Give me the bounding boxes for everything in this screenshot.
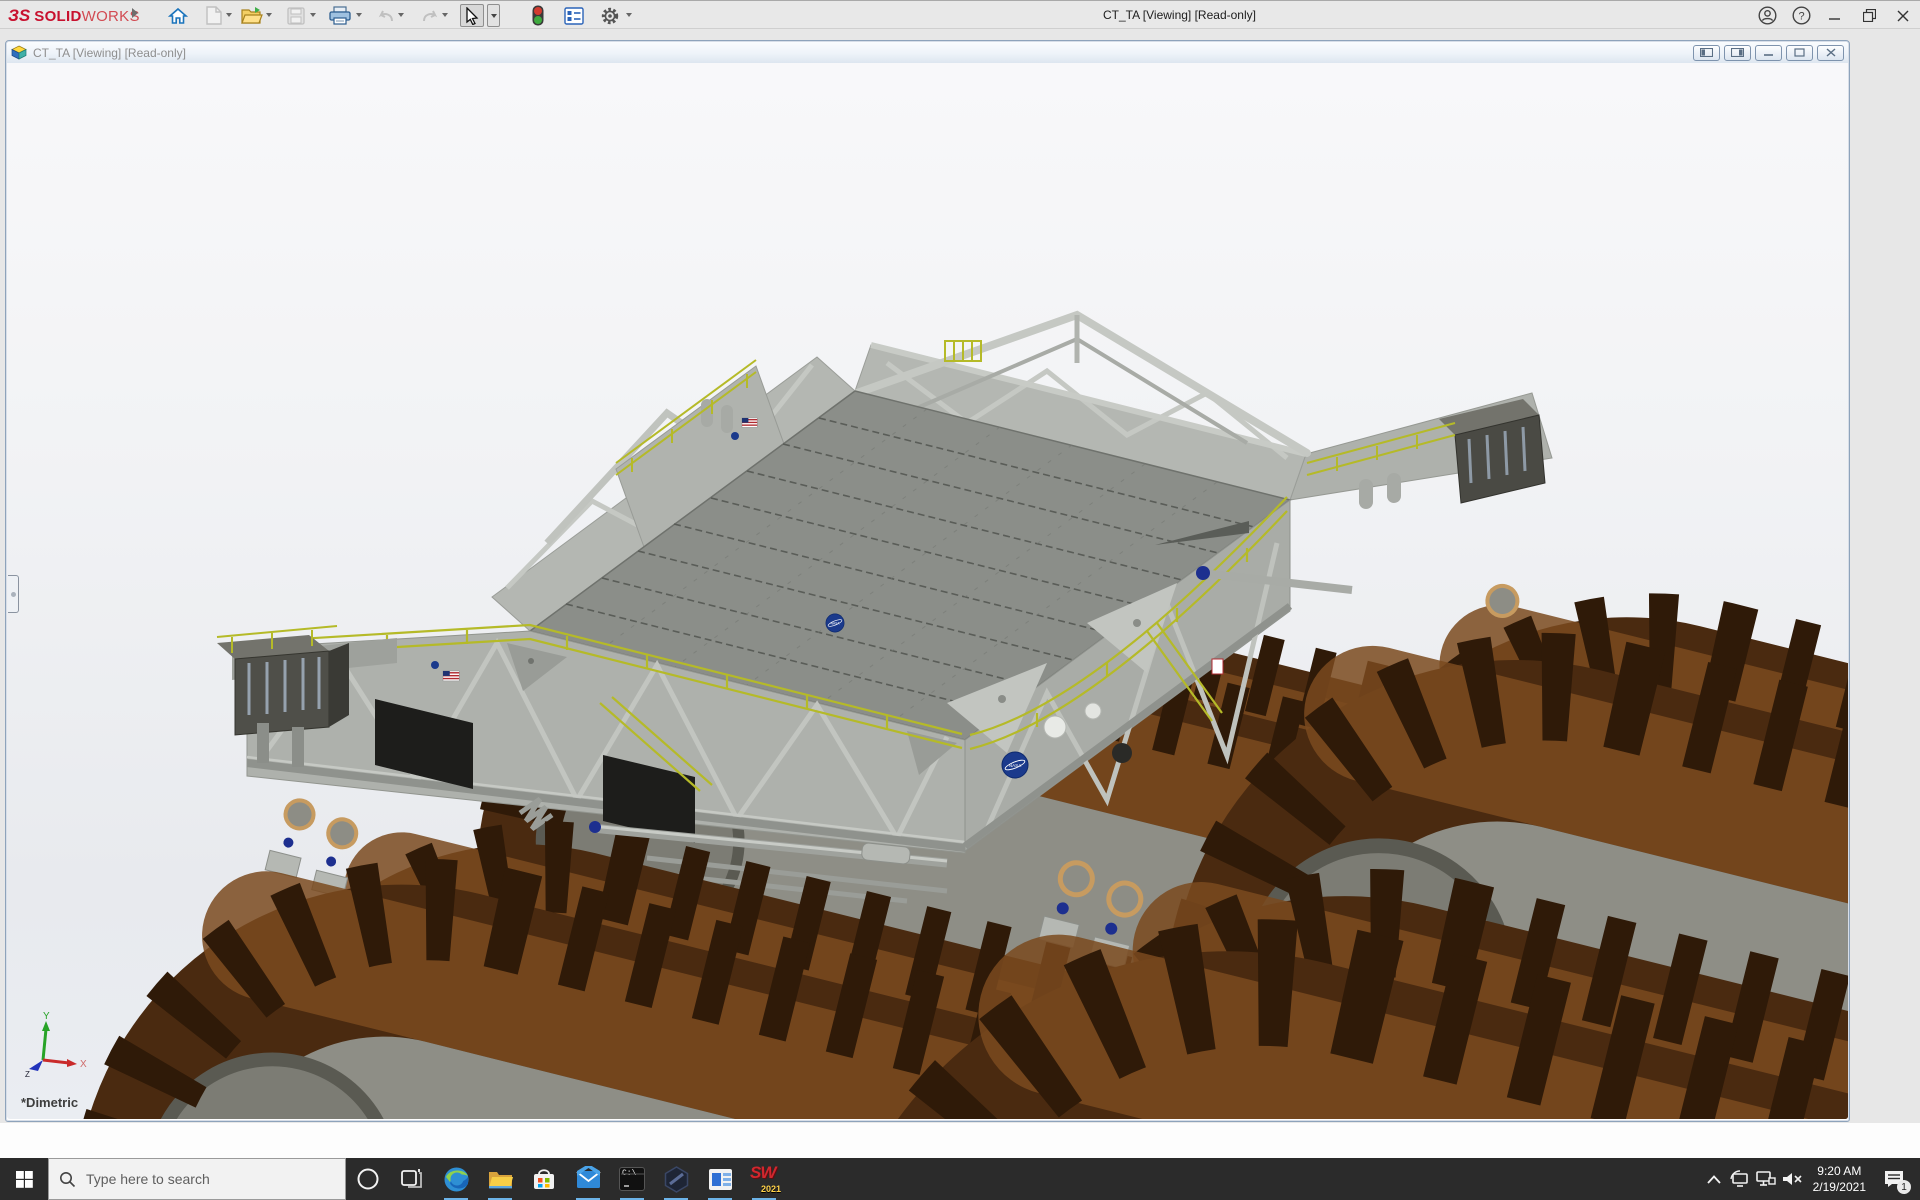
search-input[interactable]: Type here to search: [48, 1158, 346, 1200]
new-document-dropdown[interactable]: [226, 13, 232, 17]
save-dropdown[interactable]: [310, 13, 316, 17]
model-3d-view[interactable]: NASA: [7, 63, 1848, 1119]
view-orientation-label: *Dimetric: [21, 1095, 78, 1110]
close-button[interactable]: [1886, 1, 1920, 30]
action-center-button[interactable]: 1: [1874, 1158, 1914, 1200]
us-flag-decal: [742, 418, 757, 427]
cortana-button[interactable]: [346, 1158, 390, 1200]
svg-text:?: ?: [1798, 10, 1804, 22]
network-icon[interactable]: [1753, 1158, 1779, 1200]
app-window-title: CT_TA [Viewing] [Read-only]: [1075, 1, 1305, 30]
pane-left-button[interactable]: [1693, 45, 1720, 61]
taskbar-edge[interactable]: [434, 1158, 478, 1200]
app-titlebar: ЗSSOLIDWORKS CT_TA [Viewing] [Read-only]: [0, 0, 1920, 29]
taskbar-solidworks[interactable]: SW2021: [742, 1158, 786, 1200]
graphics-viewport[interactable]: NASA: [7, 63, 1848, 1119]
select-cursor-icon[interactable]: [460, 4, 484, 27]
taskbar-desktop-app[interactable]: [698, 1158, 742, 1200]
taskbar-store[interactable]: [522, 1158, 566, 1200]
doc-restore-button[interactable]: [1786, 45, 1813, 61]
doc-minimize-button[interactable]: [1755, 45, 1782, 61]
document-titlebar[interactable]: CT_TA [Viewing] [Read-only]: [7, 42, 1848, 63]
help-icon[interactable]: ?: [1784, 1, 1818, 30]
featuremanager-splitter[interactable]: [8, 575, 19, 613]
minimize-button[interactable]: [1818, 1, 1852, 30]
solidworks-logo: ЗSSOLIDWORKS: [8, 1, 140, 30]
undo-dropdown[interactable]: [398, 13, 404, 17]
sign-decal: [1212, 659, 1223, 674]
nasa-meatball-decal: [826, 614, 844, 632]
taskbar-file-explorer[interactable]: [478, 1158, 522, 1200]
tray-time: 9:20 AM: [1813, 1163, 1866, 1179]
document-window: CT_TA [Viewing] [Read-only]: [5, 40, 1850, 1122]
task-view-button[interactable]: [390, 1158, 434, 1200]
account-icon[interactable]: [1750, 1, 1784, 30]
open-file-icon[interactable]: [240, 4, 264, 27]
start-button[interactable]: [0, 1158, 48, 1200]
doc-close-button[interactable]: [1817, 45, 1844, 61]
save-icon[interactable]: [284, 4, 308, 27]
status-strip: [0, 1123, 1920, 1158]
search-placeholder: Type here to search: [86, 1171, 210, 1187]
volume-muted-icon[interactable]: [1779, 1158, 1805, 1200]
print-dropdown[interactable]: [356, 13, 362, 17]
restore-button[interactable]: [1852, 1, 1886, 30]
settings-gear-icon[interactable]: [598, 4, 622, 27]
display-options-icon[interactable]: [562, 4, 586, 27]
taskbar-mail[interactable]: [566, 1158, 610, 1200]
taskbar-command-prompt[interactable]: C:\: [610, 1158, 654, 1200]
orientation-triad: Y X Z: [25, 1011, 87, 1079]
select-dropdown[interactable]: [487, 4, 500, 27]
rebuild-traffic-light-icon[interactable]: [526, 4, 550, 27]
system-tray: 9:20 AM 2/19/2021 1: [1701, 1158, 1920, 1200]
menu-expand-arrow-icon[interactable]: [132, 8, 138, 18]
us-flag-decal: [443, 671, 459, 681]
tray-date: 2/19/2021: [1813, 1179, 1866, 1195]
redo-icon[interactable]: [418, 4, 442, 27]
triad-z-label: Z: [25, 1070, 30, 1079]
pane-right-button[interactable]: [1724, 45, 1751, 61]
assembly-icon: [11, 45, 28, 60]
notification-badge: 1: [1897, 1180, 1911, 1194]
undo-icon[interactable]: [374, 4, 398, 27]
print-icon[interactable]: [328, 4, 352, 27]
document-title: CT_TA [Viewing] [Read-only]: [33, 46, 186, 60]
open-dropdown[interactable]: [266, 13, 272, 17]
display-cast-icon[interactable]: [1727, 1158, 1753, 1200]
nasa-meatball-decal: [1002, 752, 1028, 778]
search-icon: [59, 1171, 76, 1188]
new-document-icon[interactable]: [202, 4, 226, 27]
windows-taskbar: Type here to search C:\ SW2021: [0, 1158, 1920, 1200]
triad-y-label: Y: [43, 1011, 50, 1022]
redo-dropdown[interactable]: [442, 13, 448, 17]
taskbar-hex-app[interactable]: [654, 1158, 698, 1200]
home-icon[interactable]: [166, 4, 190, 27]
hidden-icons-chevron[interactable]: [1701, 1158, 1727, 1200]
triad-x-label: X: [80, 1059, 87, 1070]
clock[interactable]: 9:20 AM 2/19/2021: [1805, 1163, 1874, 1195]
ds-logo-glyph: ЗS: [8, 6, 30, 25]
settings-dropdown[interactable]: [626, 13, 632, 17]
